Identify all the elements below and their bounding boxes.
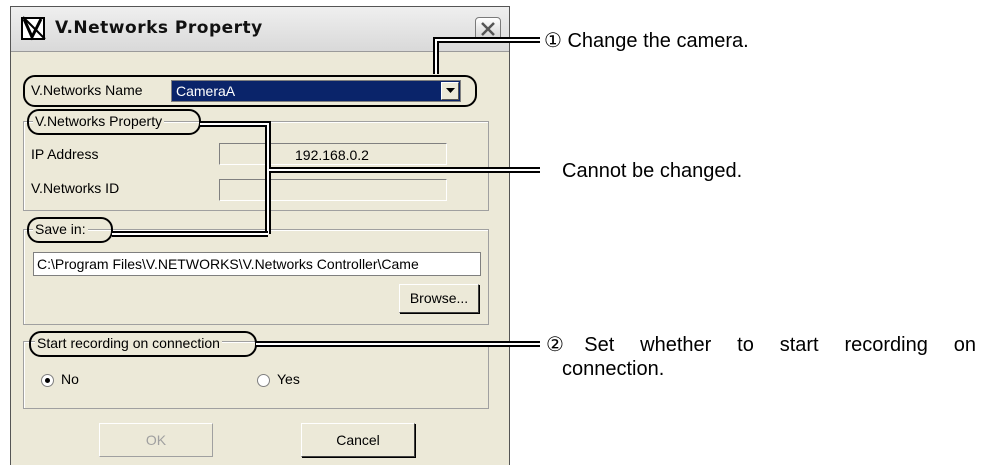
annotation-recording-line2: connection. <box>562 358 665 380</box>
annotation-recording-line1: ②Set whether to start recording on <box>546 334 976 356</box>
annotation-change-camera: ① Change the camera. <box>544 30 749 52</box>
callout-lines <box>112 37 540 347</box>
annotation-cannot-change: Cannot be changed. <box>562 160 743 182</box>
